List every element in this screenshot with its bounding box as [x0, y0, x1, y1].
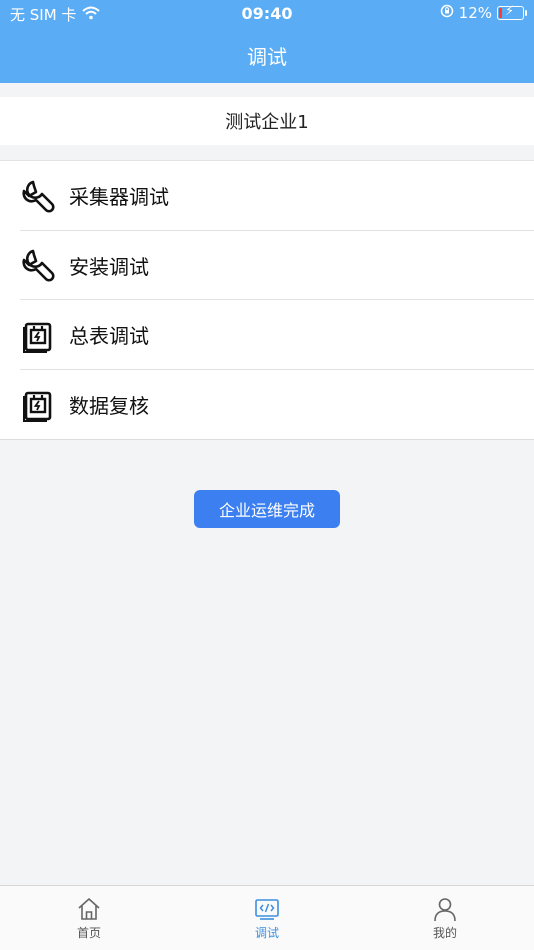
tab-debug[interactable]: 调试 — [178, 886, 356, 950]
meter-icon — [20, 386, 56, 423]
page-title: 调试 — [247, 45, 287, 69]
status-right: 12% ⚡ — [440, 4, 527, 22]
menu-item-data-review[interactable]: 数据复核 — [0, 370, 534, 440]
tab-label: 我的 — [432, 926, 457, 940]
menu-item-label: 总表调试 — [69, 324, 149, 349]
company-name: 测试企业1 — [0, 97, 534, 145]
code-icon — [255, 899, 279, 920]
status-bar: 无 SIM 卡 09:40 12% ⚡ — [0, 0, 534, 28]
menu-item-label: 安装调试 — [69, 254, 149, 279]
app-screen: 无 SIM 卡 09:40 12% ⚡ 调试 测试企业1 采集器调试 安装调试 … — [0, 0, 534, 950]
tab-label: 首页 — [76, 926, 101, 940]
tab-label: 调试 — [254, 926, 279, 940]
menu-item-meter-debug[interactable]: 总表调试 — [0, 300, 534, 370]
header: 无 SIM 卡 09:40 12% ⚡ 调试 — [0, 0, 534, 83]
wrench-icon — [20, 247, 56, 283]
menu-item-label: 采集器调试 — [69, 185, 169, 210]
menu-item-label: 数据复核 — [69, 393, 149, 418]
orientation-lock-icon — [440, 4, 454, 22]
tab-bar: 首页 调试 我的 — [0, 885, 534, 950]
battery-percent: 12% — [458, 4, 492, 22]
menu-item-collector-debug[interactable]: 采集器调试 — [0, 161, 534, 231]
tab-home[interactable]: 首页 — [0, 886, 178, 950]
user-icon — [434, 898, 456, 922]
menu-item-install-debug[interactable]: 安装调试 — [0, 231, 534, 301]
tab-mine[interactable]: 我的 — [356, 886, 534, 950]
debug-menu-list: 采集器调试 安装调试 总表调试 数据复核 — [0, 160, 534, 440]
meter-icon — [20, 317, 56, 353]
battery-icon: ⚡ — [497, 4, 527, 20]
wrench-icon — [20, 178, 56, 214]
enterprise-maintenance-complete-button[interactable]: 企业运维完成 — [194, 490, 340, 528]
home-icon — [78, 898, 100, 920]
